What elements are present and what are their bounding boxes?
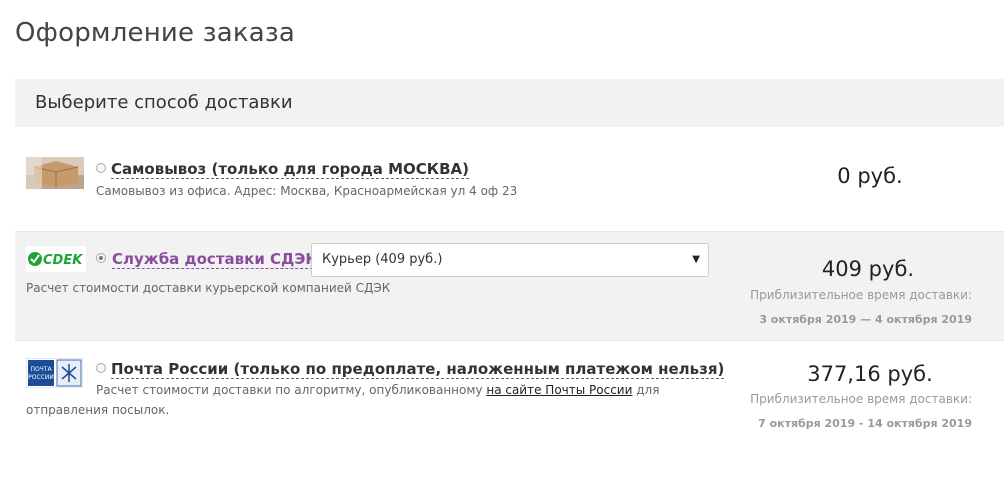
description-text-before: Расчет стоимости доставки по алгоритму, … <box>96 383 487 397</box>
option-description-cdek: Расчет стоимости доставки курьерской ком… <box>26 281 391 295</box>
cdek-logo-text: CDEK <box>43 253 83 268</box>
price-pickup: 0 руб. <box>837 164 903 188</box>
eta-label-russianpost: Приблизительное время доставки: <box>750 392 972 406</box>
radio-pickup[interactable] <box>96 163 106 173</box>
cdek-tariff-value: Курьер (409 руб.) <box>322 252 443 267</box>
delivery-option-cdek[interactable]: CDEK Служба доставки СДЭК Курьер (409 ру… <box>15 231 1004 341</box>
option-description-pickup: Самовывоз из офиса. Адрес: Москва, Красн… <box>96 184 518 198</box>
delivery-section-header: Выберите способ доставки <box>15 79 1004 127</box>
radio-cdek[interactable] <box>96 253 106 263</box>
option-name-cdek[interactable]: Служба доставки СДЭК <box>112 250 318 269</box>
option-description-russianpost: Расчет стоимости доставки по алгоритму, … <box>26 380 736 420</box>
parcel-box-image <box>26 157 84 189</box>
eta-value-cdek: 3 октября 2019 — 4 октября 2019 <box>759 313 972 326</box>
russian-post-site-link[interactable]: на сайте Почты России <box>486 383 632 397</box>
russian-post-logo-line1: ПОЧТА <box>30 366 52 373</box>
price-cdek: 409 руб. <box>821 257 915 281</box>
eta-value-russianpost: 7 октября 2019 - 14 октября 2019 <box>758 417 972 430</box>
cdek-tariff-select[interactable]: Курьер (409 руб.) ▼ <box>311 243 709 277</box>
price-russianpost: 377,16 руб. <box>807 362 933 386</box>
page-title: Оформление заказа <box>15 18 296 48</box>
cdek-logo: CDEK <box>26 246 86 272</box>
delivery-option-pickup[interactable]: Самовывоз (только для города МОСКВА) Сам… <box>15 140 1004 220</box>
section-title: Выберите способ доставки <box>35 92 293 113</box>
eta-label-cdek: Приблизительное время доставки: <box>750 288 972 302</box>
radio-russianpost[interactable] <box>96 363 106 373</box>
dropdown-arrow-icon: ▼ <box>692 254 700 265</box>
option-name-russianpost[interactable]: Почта России (только по предоплате, нало… <box>111 360 725 379</box>
delivery-option-russianpost[interactable]: ПОЧТА РОССИИ Почта России (только по пре… <box>15 350 1004 445</box>
option-name-pickup[interactable]: Самовывоз (только для города МОСКВА) <box>111 160 469 179</box>
